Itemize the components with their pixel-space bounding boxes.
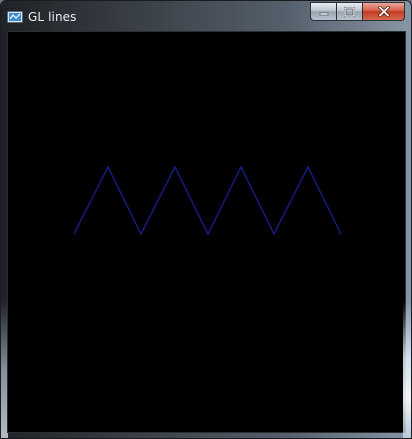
minimize-icon (319, 2, 329, 21)
app-window: GL lines (0, 0, 412, 439)
minimize-button[interactable] (310, 2, 336, 21)
gl-canvas[interactable] (7, 31, 406, 433)
app-icon[interactable] (7, 9, 23, 23)
caption-buttons (310, 2, 405, 21)
zigzag-line (73, 165, 342, 236)
maximize-icon (343, 2, 356, 21)
maximize-button[interactable] (336, 2, 362, 21)
close-button[interactable] (362, 2, 405, 21)
gl-render-surface (73, 165, 342, 236)
title-bar[interactable]: GL lines (1, 1, 411, 31)
close-icon (377, 2, 390, 21)
window-title: GL lines (28, 10, 77, 24)
